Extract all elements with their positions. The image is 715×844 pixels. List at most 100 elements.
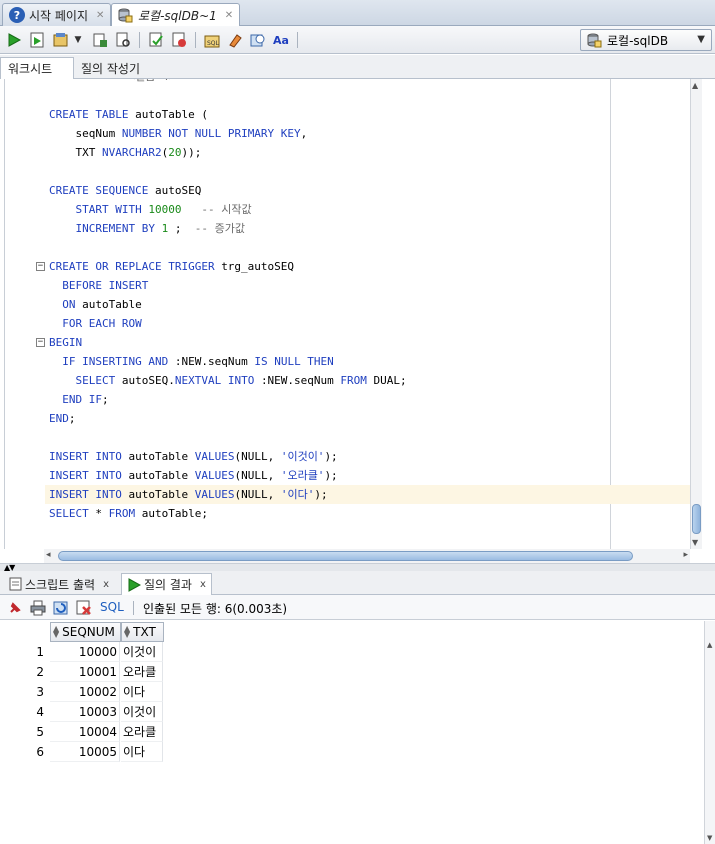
- code-line[interactable]: FOR EACH ROW: [49, 314, 141, 333]
- close-icon[interactable]: ✕: [225, 10, 233, 21]
- tab-start-page[interactable]: ? 시작 페이지 ✕: [2, 3, 112, 26]
- tab-query-builder[interactable]: 질의 작성기: [74, 57, 147, 79]
- rollback-icon[interactable]: [169, 30, 189, 50]
- tab-label: 로컬-sqlDB~1: [138, 9, 217, 23]
- code-line[interactable]: seqNum NUMBER NOT NULL PRIMARY KEY,: [49, 124, 307, 143]
- code-line[interactable]: CREATE SEQUENCE autoSEQ: [49, 181, 201, 200]
- sql-link[interactable]: SQL: [100, 600, 124, 614]
- cell-seqnum[interactable]: 10004: [50, 722, 120, 742]
- print-icon[interactable]: [29, 599, 47, 617]
- scroll-up-icon[interactable]: ▲: [707, 641, 712, 649]
- commit-icon[interactable]: [51, 30, 71, 50]
- code-line[interactable]: START WITH 10000 -- 시작값: [49, 200, 251, 219]
- cell-txt[interactable]: 이것이: [121, 702, 163, 722]
- cell-seqnum[interactable]: 10005: [50, 742, 120, 762]
- tab-worksheet-view[interactable]: 워크시트: [0, 57, 74, 79]
- scroll-up-icon[interactable]: ▲: [692, 81, 698, 90]
- worksheet-sub-tabs: 워크시트 질의 작성기: [0, 55, 715, 79]
- column-header-txt[interactable]: ▲ ▼ TXT: [121, 622, 164, 642]
- fold-toggle-icon[interactable]: −: [36, 338, 45, 347]
- code-line[interactable]: SELECT autoSEQ.NEXTVAL INTO :NEW.seqNum …: [49, 371, 406, 390]
- table-row[interactable]: 1 10000 이것이: [4, 642, 164, 662]
- close-icon[interactable]: ✕: [96, 10, 104, 21]
- pin-icon[interactable]: [6, 599, 24, 617]
- cell-txt[interactable]: 이것이: [121, 642, 163, 662]
- table-row[interactable]: 5 10004 오라클: [4, 722, 164, 742]
- cell-txt[interactable]: 이다: [121, 682, 163, 702]
- run-script-icon[interactable]: [27, 30, 47, 50]
- code-token: ON: [49, 298, 83, 311]
- sql-editor[interactable]: <실습 4> CREATE TABLE autoTable ( seqNum NU…: [4, 79, 690, 549]
- sort-icon: ▲ ▼: [53, 624, 60, 639]
- autotrace-icon[interactable]: [90, 30, 110, 50]
- column-header-seqnum[interactable]: ▲ ▼ SEQNUM: [50, 622, 121, 642]
- history-icon[interactable]: [248, 30, 268, 50]
- table-row[interactable]: 4 10003 이것이: [4, 702, 164, 722]
- cell-txt[interactable]: 오라클: [121, 662, 163, 682]
- code-line[interactable]: SELECT * FROM autoTable;: [49, 504, 208, 523]
- sort-icon: ▲ ▼: [124, 624, 131, 639]
- tab-query-result[interactable]: 질의 결과 x: [121, 573, 212, 595]
- cell-txt[interactable]: 이다: [121, 742, 163, 762]
- editor-vertical-scrollbar[interactable]: ▲ ▼: [690, 79, 702, 549]
- code-token: ;: [68, 412, 76, 425]
- code-line[interactable]: TXT NVARCHAR2(20));: [49, 143, 201, 162]
- code-line[interactable]: INSERT INTO autoTable VALUES(NULL, '이것이'…: [49, 447, 338, 466]
- code-token: INSERT INTO: [49, 450, 129, 463]
- code-line[interactable]: INSERT INTO autoTable VALUES(NULL, '이다')…: [45, 485, 690, 504]
- format-icon[interactable]: Aa: [271, 30, 291, 50]
- connection-select[interactable]: 로컬-sqlDB ▼: [580, 29, 712, 51]
- cancel-query-icon[interactable]: [75, 599, 93, 617]
- code-line[interactable]: CREATE OR REPLACE TRIGGER trg_autoSEQ: [49, 257, 294, 276]
- chevron-down-icon[interactable]: ▼: [72, 30, 84, 50]
- tab-worksheet[interactable]: 로컬-sqlDB~1 ✕: [111, 3, 241, 27]
- scroll-thumb[interactable]: [58, 551, 633, 561]
- panel-splitter[interactable]: ▲▼: [0, 563, 715, 572]
- code-token: SELECT: [49, 507, 96, 520]
- code-token: END IF: [49, 393, 102, 406]
- clear-icon[interactable]: [225, 30, 245, 50]
- code-line[interactable]: INSERT INTO autoTable VALUES(NULL, '오라클'…: [49, 466, 338, 485]
- code-token: ));: [181, 146, 202, 159]
- code-line[interactable]: BEGIN: [49, 333, 82, 352]
- code-token: trg_autoSEQ: [221, 260, 295, 273]
- scroll-down-icon[interactable]: ▼: [692, 538, 698, 547]
- run-statement-icon[interactable]: [4, 30, 24, 50]
- fold-toggle-icon[interactable]: −: [36, 262, 45, 271]
- results-vertical-scrollbar[interactable]: ▲ ▼: [704, 621, 715, 844]
- code-token: autoTable: [82, 298, 142, 311]
- tab-label: 질의 작성기: [81, 61, 141, 76]
- explain-plan-icon[interactable]: [113, 30, 133, 50]
- code-line[interactable]: INCREMENT BY 1 ; -- 증가값: [49, 219, 244, 238]
- tab-label: 워크시트: [8, 62, 53, 76]
- code-line[interactable]: END;: [49, 409, 76, 428]
- editor-horizontal-scrollbar[interactable]: ◂ ▸: [44, 549, 690, 563]
- run-icon: [127, 577, 141, 592]
- cell-txt[interactable]: 오라클: [121, 722, 163, 742]
- cell-seqnum[interactable]: 10003: [50, 702, 120, 722]
- commit-check-icon[interactable]: [146, 30, 166, 50]
- code-token: );: [314, 488, 328, 501]
- code-line[interactable]: <실습 4>: [49, 79, 175, 86]
- cell-seqnum[interactable]: 10001: [50, 662, 120, 682]
- tab-script-output[interactable]: 스크립트 출력 x: [4, 573, 114, 595]
- table-row[interactable]: 6 10005 이다: [4, 742, 164, 762]
- table-row[interactable]: 3 10002 이다: [4, 682, 164, 702]
- code-line[interactable]: END IF;: [49, 390, 108, 409]
- refresh-icon[interactable]: [52, 599, 70, 617]
- code-line[interactable]: CREATE TABLE autoTable (: [49, 105, 208, 124]
- code-line[interactable]: BEFORE INSERT: [49, 276, 148, 295]
- sql-tuning-icon[interactable]: SQL: [202, 30, 222, 50]
- results-grid[interactable]: ▲ ▼ SEQNUM ▲ ▼ TXT 1 10000 이것이 2 10001 오라클 3 1000…: [4, 621, 704, 844]
- scroll-thumb[interactable]: [692, 504, 701, 534]
- scroll-right-icon[interactable]: ▸: [683, 550, 688, 560]
- code-line[interactable]: IF INSERTING AND :NEW.seqNum IS NULL THE…: [49, 352, 334, 371]
- cell-seqnum[interactable]: 10000: [50, 642, 120, 662]
- code-line[interactable]: ON autoTable: [49, 295, 142, 314]
- scroll-down-icon[interactable]: ▼: [707, 834, 712, 842]
- close-icon[interactable]: x: [200, 579, 206, 590]
- cell-seqnum[interactable]: 10002: [50, 682, 120, 702]
- scroll-left-icon[interactable]: ◂: [46, 550, 51, 560]
- close-icon[interactable]: x: [103, 579, 109, 590]
- table-row[interactable]: 2 10001 오라클: [4, 662, 164, 682]
